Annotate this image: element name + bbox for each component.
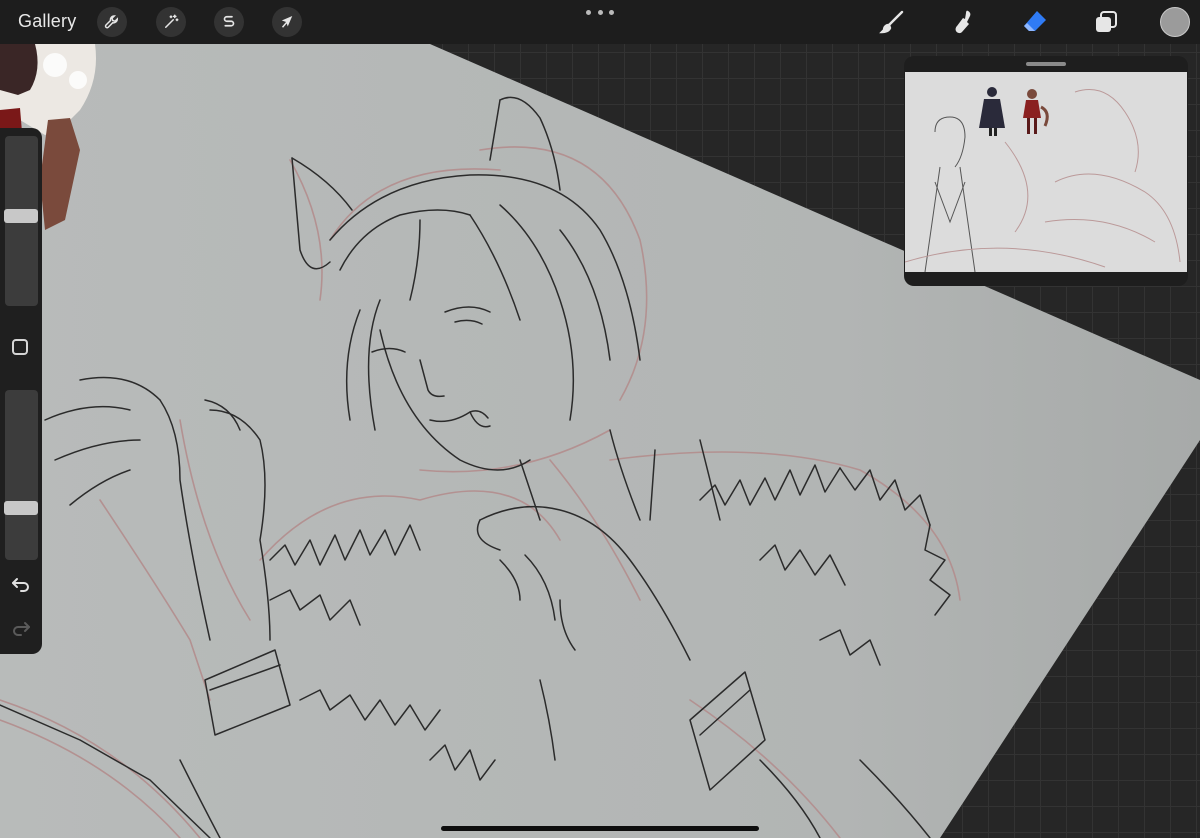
redo-arrow-icon[interactable] — [9, 616, 33, 640]
eraser-tool-button[interactable] — [1020, 7, 1050, 37]
square-modify-icon[interactable] — [12, 339, 28, 355]
reference-thumbnail — [905, 72, 1187, 272]
more-dots-icon[interactable] — [586, 6, 614, 18]
home-indicator[interactable] — [441, 826, 759, 831]
top-toolbar: Gallery — [0, 0, 1200, 44]
arrow-cursor-icon — [281, 16, 293, 28]
drag-handle-icon[interactable] — [1026, 62, 1066, 66]
opacity-slider[interactable] — [4, 390, 38, 560]
layers-button[interactable] — [1091, 7, 1121, 37]
brush-tool-button[interactable] — [877, 7, 907, 37]
transform-button[interactable] — [272, 7, 302, 37]
selection-button[interactable] — [214, 7, 244, 37]
smudge-tool-button[interactable] — [949, 7, 979, 37]
actions-button[interactable] — [97, 7, 127, 37]
gallery-button[interactable]: Gallery — [18, 11, 76, 32]
left-sidebar — [0, 128, 42, 654]
opacity-slider-thumb[interactable] — [4, 501, 38, 515]
magic-wand-icon — [165, 14, 179, 28]
brush-size-slider-thumb[interactable] — [4, 209, 38, 223]
layers-icon — [1096, 11, 1117, 32]
selection-s-icon — [223, 15, 235, 27]
color-swatch-button[interactable] — [1160, 7, 1190, 37]
adjustments-button[interactable] — [156, 7, 186, 37]
undo-arrow-icon[interactable] — [9, 572, 33, 596]
brush-size-slider[interactable] — [4, 136, 38, 306]
smudge-finger-icon — [955, 10, 971, 34]
eraser-icon — [1024, 11, 1046, 31]
wrench-icon — [104, 15, 118, 29]
brush-icon — [879, 10, 904, 34]
reference-window[interactable] — [904, 56, 1188, 286]
